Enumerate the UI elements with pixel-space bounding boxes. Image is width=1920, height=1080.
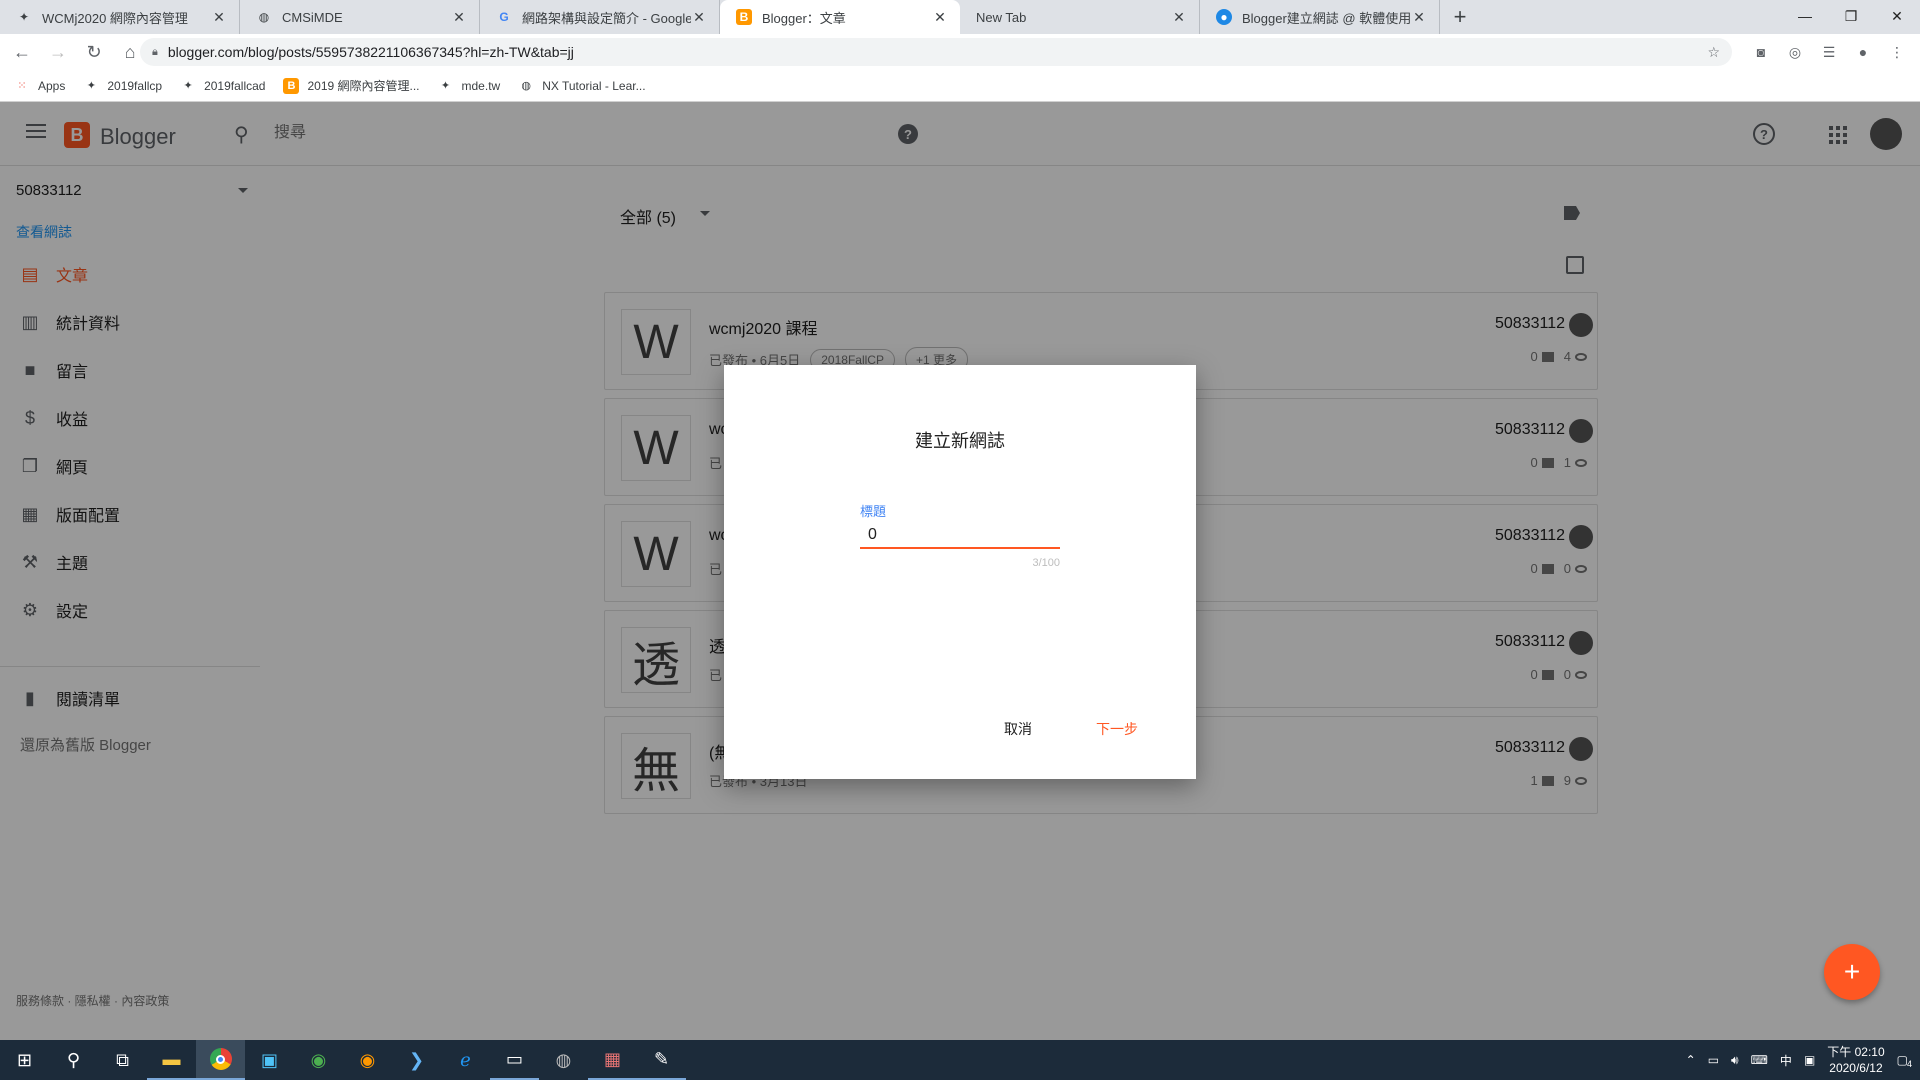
window-controls: — ❐ ✕ xyxy=(1782,0,1920,32)
file-explorer-icon[interactable]: ▬ xyxy=(147,1040,196,1080)
new-post-fab[interactable]: + xyxy=(1824,944,1880,1000)
tab-title: Blogger：文章 xyxy=(762,10,846,26)
dialog-title: 建立新網誌 xyxy=(915,431,1005,451)
bookmark-apps[interactable]: ⁙ Apps xyxy=(14,78,65,94)
chevron-up-icon[interactable]: ⌃ xyxy=(1686,1053,1696,1067)
bookmark[interactable]: B 2019 網際內容管理... xyxy=(283,77,420,94)
bookmark[interactable]: ✦ 2019fallcad xyxy=(180,78,265,94)
app-icon[interactable]: ▦ xyxy=(588,1040,637,1080)
volume-icon[interactable]: 🔊︎ xyxy=(1731,1053,1739,1068)
tab-favicon-icon: ✦ xyxy=(18,10,30,24)
tab-title: Blogger建立網誌 @ 軟體使用教 xyxy=(1242,10,1411,26)
close-icon[interactable]: ✕ xyxy=(691,9,707,26)
search-icon[interactable]: ⚲ xyxy=(49,1040,98,1080)
browser-tab[interactable]: New Tab ✕ xyxy=(960,0,1200,34)
close-icon[interactable]: ✕ xyxy=(1411,9,1427,26)
lock-icon: 🔒︎ xyxy=(152,45,158,58)
tab-title: 網路架構與設定簡介 - Google 搜 xyxy=(522,10,691,26)
reload-icon[interactable]: ↻ xyxy=(80,38,108,66)
restore-icon[interactable]: ❐ xyxy=(1828,0,1874,32)
tab-title: CMSiMDE xyxy=(282,9,343,25)
powershell-icon[interactable]: ❯ xyxy=(392,1040,441,1080)
extensions-area: ◙ ◎ ☰ ● ⋮ xyxy=(1746,38,1912,66)
keyboard-icon[interactable]: ⌨ xyxy=(1751,1053,1768,1067)
browser-tab-active[interactable]: B Blogger：文章 ✕ xyxy=(720,0,960,34)
apps-grid-icon: ⁙ xyxy=(17,80,27,92)
browser-tab[interactable]: ✦ WCMj2020 網際內容管理 ✕ xyxy=(0,0,240,34)
minimize-icon[interactable]: — xyxy=(1782,0,1828,32)
char-counter: 3/100 xyxy=(1032,557,1060,569)
tab-title: WCMj2020 網際內容管理 xyxy=(42,10,188,26)
close-window-icon[interactable]: ✕ xyxy=(1874,0,1920,32)
browser-tab[interactable]: ◍ CMSiMDE ✕ xyxy=(240,0,480,34)
pixnet-icon: ● xyxy=(1216,9,1232,25)
notifications-icon[interactable]: ▢ 4 xyxy=(1897,1053,1912,1069)
app-icon[interactable]: ▣ xyxy=(245,1040,294,1080)
globe-icon: ◍ xyxy=(521,80,531,92)
profile-icon[interactable]: ● xyxy=(1848,38,1878,66)
google-icon: G xyxy=(499,10,509,24)
bookmark-icon: ✦ xyxy=(86,80,96,92)
bookmark[interactable]: ◍ NX Tutorial - Lear... xyxy=(518,78,645,94)
bookmark-icon: ✦ xyxy=(440,80,451,92)
bookmark[interactable]: ✦ mde.tw xyxy=(438,78,500,94)
reading-list-icon[interactable]: ☰ xyxy=(1814,38,1844,66)
clock[interactable]: 下午 02:10 2020/6/12 xyxy=(1827,1044,1884,1076)
camera-extension-icon[interactable]: ◙ xyxy=(1746,38,1776,66)
globe-icon: ◍ xyxy=(258,10,270,24)
address-bar[interactable]: 🔒︎ blogger.com/blog/posts/55957382211063… xyxy=(140,38,1732,66)
app-icon[interactable]: ✎ xyxy=(637,1040,686,1080)
blog-title-input[interactable] xyxy=(860,523,1060,549)
close-icon[interactable]: ✕ xyxy=(1171,9,1187,26)
bookmark[interactable]: ✦ 2019fallcp xyxy=(83,78,162,94)
cancel-button[interactable]: 取消 xyxy=(1004,719,1032,739)
windows-taskbar: ⊞ ⚲ ⧉ ▬ ▣ ◉ ◉ ❯ ℯ ▭ ◍ ▦ ✎ ⌃ ▭ 🔊︎ ⌨ 中 ▣ 下… xyxy=(0,1040,1920,1080)
app-icon[interactable]: ◍ xyxy=(539,1040,588,1080)
blogger-favicon-icon: B xyxy=(736,9,752,25)
edge-icon[interactable]: ℯ xyxy=(441,1040,490,1080)
bookmark-star-icon[interactable]: ☆ xyxy=(1707,44,1720,61)
next-button[interactable]: 下一步 xyxy=(1096,719,1138,739)
create-blog-dialog: 建立新網誌 標題 3/100 取消 下一步 xyxy=(724,365,1196,779)
close-icon[interactable]: ✕ xyxy=(211,9,227,26)
tab-title: New Tab xyxy=(976,9,1027,25)
browser-toolbar: ← → ↻ ⌂ 🔒︎ blogger.com/blog/posts/559573… xyxy=(0,34,1920,70)
close-icon[interactable]: ✕ xyxy=(451,9,467,26)
task-view-icon[interactable]: ⧉ xyxy=(98,1040,147,1080)
windows-start-icon[interactable]: ⊞ xyxy=(0,1040,49,1080)
browser-tab[interactable]: G 網路架構與設定簡介 - Google 搜 ✕ xyxy=(480,0,720,34)
menu-icon[interactable]: ⋮ xyxy=(1882,38,1912,66)
close-icon[interactable]: ✕ xyxy=(932,9,948,26)
blogger-app: B Blogger ⚲ ? ? 50833112 查看網誌 ▤文章 ▥統計資料 … xyxy=(0,102,1920,1040)
extension-icon[interactable]: ◎ xyxy=(1780,38,1810,66)
forward-icon[interactable]: → xyxy=(44,38,72,66)
ime-mode-icon[interactable]: ▣ xyxy=(1804,1053,1815,1067)
chrome-icon[interactable] xyxy=(196,1040,245,1080)
bookmarks-bar: ⁙ Apps ✦ 2019fallcp ✦ 2019fallcad B 2019 網際內… xyxy=(0,70,1920,102)
ime-indicator[interactable]: 中 xyxy=(1780,1052,1792,1069)
title-field-label: 標題 xyxy=(860,504,887,519)
browser-tab-strip: ✦ WCMj2020 網際內容管理 ✕ ◍ CMSiMDE ✕ G 網路架構與設定簡介 -… xyxy=(0,0,1920,34)
bookmark-icon: ✦ xyxy=(183,80,193,92)
browser-tab[interactable]: ● Blogger建立網誌 @ 軟體使用教 ✕ xyxy=(1200,0,1440,34)
chromium-icon[interactable]: ◉ xyxy=(294,1040,343,1080)
back-icon[interactable]: ← xyxy=(8,38,36,66)
network-icon[interactable]: ▭ xyxy=(1708,1053,1719,1067)
url-text: blogger.com/blog/posts/55957382211063673… xyxy=(167,44,574,60)
firefox-icon[interactable]: ◉ xyxy=(343,1040,392,1080)
plus-icon: + xyxy=(1843,956,1861,987)
terminal-icon[interactable]: ▭ xyxy=(490,1040,539,1080)
blogger-bookmark-icon: B xyxy=(283,77,300,94)
system-tray: ⌃ ▭ 🔊︎ ⌨ 中 ▣ 下午 02:10 2020/6/12 ▢ 4 xyxy=(1680,1040,1920,1080)
new-tab-button[interactable]: + xyxy=(1440,0,1480,34)
